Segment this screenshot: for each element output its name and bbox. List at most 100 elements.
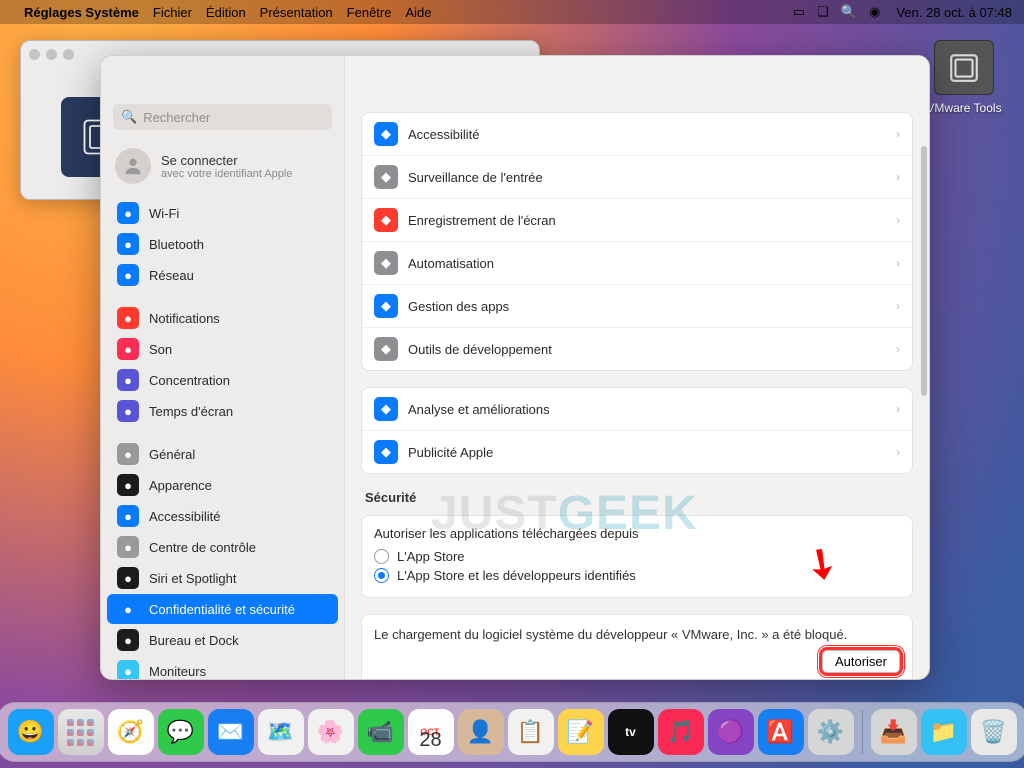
dock-music[interactable]: 🎵 <box>658 709 704 755</box>
dock-safari[interactable]: 🧭 <box>108 709 154 755</box>
dock-notes[interactable]: 📝 <box>558 709 604 755</box>
spotlight-icon[interactable]: 🔍 <box>841 4 857 20</box>
settings-row-surveillance-de-l-entr-e[interactable]: ◆Surveillance de l'entrée› <box>362 156 912 199</box>
dock-trash[interactable]: 🗑️ <box>971 709 1017 755</box>
security-header: Sécurité <box>365 490 909 505</box>
sidebar-item-label: Centre de contrôle <box>149 540 256 555</box>
dock-facetime[interactable]: 📹 <box>358 709 404 755</box>
dock-tv[interactable]: tv <box>608 709 654 755</box>
siri-icon[interactable]: ◉ <box>869 4 880 20</box>
row-label: Outils de développement <box>408 342 552 357</box>
dock-folder[interactable]: 📁 <box>921 709 967 755</box>
dock-podcasts[interactable]: 🟣 <box>708 709 754 755</box>
sidebar-item-label: Temps d'écran <box>149 404 233 419</box>
dock-appstore[interactable]: 🅰️ <box>758 709 804 755</box>
sidebar-scroll[interactable]: ●Wi-Fi●Bluetooth●Réseau ● Notifications ●So… <box>101 198 344 679</box>
sidebar-item-label: Apparence <box>149 478 212 493</box>
dock-contacts[interactable]: 👤 <box>458 709 504 755</box>
authorize-button[interactable]: Autoriser <box>822 650 900 673</box>
sidebar-item-label: Bureau et Dock <box>149 633 239 648</box>
sidebar-item-label: Accessibilité <box>149 509 221 524</box>
sidebar-item-moniteurs[interactable]: ● Moniteurs <box>107 656 338 679</box>
dock-settings[interactable]: ⚙️ <box>808 709 854 755</box>
dock-downloads[interactable]: 📥 <box>871 709 917 755</box>
row-icon: ◆ <box>374 337 398 361</box>
search-placeholder: Rechercher <box>143 110 210 125</box>
sidebar-item-accessibilit-[interactable]: ●Accessibilité <box>107 501 338 531</box>
menu-view[interactable]: Présentation <box>260 5 333 20</box>
dock-reminders[interactable]: 📋 <box>508 709 554 755</box>
menu-file[interactable]: Fichier <box>153 5 192 20</box>
dock-separator <box>862 710 863 754</box>
sidebar-icon: ● <box>117 474 139 496</box>
sidebar-item-bureau-et-dock[interactable]: ● Bureau et Dock <box>107 625 338 655</box>
sidebar-item-wi-fi[interactable]: ●Wi-Fi <box>107 198 338 228</box>
dock-photos[interactable]: 🌸 <box>308 709 354 755</box>
settings-row-automatisation[interactable]: ◆Automatisation› <box>362 242 912 285</box>
allow-option-appstore[interactable]: L'App Store <box>374 547 900 566</box>
sidebar-item-confidentialit-et-s-curit-[interactable]: ●Confidentialité et sécurité <box>107 594 338 624</box>
search-input[interactable]: 🔍 Rechercher <box>113 104 332 130</box>
settings-row-accessibilit-[interactable]: ◆Accessibilité› <box>362 113 912 156</box>
dock-finder[interactable]: 😀 <box>8 709 54 755</box>
drive-icon <box>934 40 994 95</box>
sidebar-icon: ● <box>117 660 139 679</box>
screen-mirror-icon[interactable]: ▭ <box>793 4 805 20</box>
sidebar-item-g-n-ral[interactable]: ●Général <box>107 439 338 469</box>
content-scrollbar[interactable] <box>921 146 927 396</box>
sidebar-icon: ● <box>117 307 139 329</box>
sidebar-icon: ● <box>117 233 139 255</box>
sidebar-item-r-seau[interactable]: ●Réseau <box>107 260 338 290</box>
signin-line1: Se connecter <box>161 153 292 168</box>
sidebar-item-label: Moniteurs <box>149 664 206 679</box>
row-label: Enregistrement de l'écran <box>408 213 556 228</box>
menu-clock[interactable]: Ven. 28 oct. à 07:48 <box>896 5 1012 20</box>
sidebar-icon: ● <box>117 629 139 651</box>
sidebar-icon: ● <box>117 202 139 224</box>
row-icon: ◆ <box>374 208 398 232</box>
row-icon: ◆ <box>374 251 398 275</box>
sidebar-item-concentration[interactable]: ●Concentration <box>107 365 338 395</box>
desktop-vmware-tools[interactable]: VMware Tools <box>924 40 1004 115</box>
blocked-software-box: Le chargement du logiciel système du dév… <box>361 614 913 679</box>
settings-row-gestion-des-apps[interactable]: ◆Gestion des apps› <box>362 285 912 328</box>
sidebar-item-temps-d-cran[interactable]: ● Temps d'écran <box>107 396 338 426</box>
settings-content[interactable]: ◆Accessibilité› ◆ Surveillance de l'entrée… <box>345 56 929 679</box>
app-name[interactable]: Réglages Système <box>24 5 139 20</box>
allow-option-identified[interactable]: L'App Store et les développeurs identifi… <box>374 566 900 585</box>
sidebar-item-label: Notifications <box>149 311 220 326</box>
sidebar-item-siri-et-spotlight[interactable]: ● Siri et Spotlight <box>107 563 338 593</box>
row-label: Surveillance de l'entrée <box>408 170 543 185</box>
dock-maps[interactable]: 🗺️ <box>258 709 304 755</box>
settings-row-analyse-et-am-liorations[interactable]: ◆Analyse et améliorations› <box>362 388 912 431</box>
settings-row-publicit-apple[interactable]: ◆Publicité Apple› <box>362 431 912 473</box>
settings-row-enregistrement-de-l-cran[interactable]: ◆Enregistrement de l'écran› <box>362 199 912 242</box>
sidebar-icon: ● <box>117 443 139 465</box>
menu-help[interactable]: Aide <box>405 5 431 20</box>
row-label: Accessibilité <box>408 127 480 142</box>
analytics-group-card: ◆Analyse et améliorations›◆Publicité App… <box>361 387 913 474</box>
row-icon: ◆ <box>374 165 398 189</box>
menu-window[interactable]: Fenêtre <box>347 5 392 20</box>
sidebar-item-son[interactable]: ●Son <box>107 334 338 364</box>
control-center-icon[interactable]: ❏ <box>817 4 829 20</box>
sidebar-icon: ● <box>117 567 139 589</box>
apple-id-signin[interactable]: Se connecter avec votre identifiant Appl… <box>101 142 344 198</box>
dock-launchpad[interactable] <box>58 709 104 755</box>
sidebar-item-apparence[interactable]: ● Apparence <box>107 470 338 500</box>
menu-edit[interactable]: Édition <box>206 5 246 20</box>
sidebar-item-notifications[interactable]: ● Notifications <box>107 303 338 333</box>
sidebar-icon: ● <box>117 400 139 422</box>
dock-mail[interactable]: ✉️ <box>208 709 254 755</box>
dock-calendar[interactable]: OCT.28 <box>408 709 454 755</box>
settings-row-outils-de-d-veloppement[interactable]: ◆Outils de développement› <box>362 328 912 370</box>
sidebar-item-label: Siri et Spotlight <box>149 571 236 586</box>
sidebar-item-label: Confidentialité et sécurité <box>149 602 295 617</box>
menu-bar: Réglages Système Fichier Édition Présent… <box>0 0 1024 24</box>
desktop-vmware-label: VMware Tools <box>924 101 1004 115</box>
row-label: Analyse et améliorations <box>408 402 550 417</box>
allow-option-1-label: L'App Store et les développeurs identifi… <box>397 568 636 583</box>
sidebar-item-centre-de-contr-le[interactable]: ●Centre de contrôle <box>107 532 338 562</box>
dock-messages[interactable]: 💬 <box>158 709 204 755</box>
sidebar-item-bluetooth[interactable]: ●Bluetooth <box>107 229 338 259</box>
